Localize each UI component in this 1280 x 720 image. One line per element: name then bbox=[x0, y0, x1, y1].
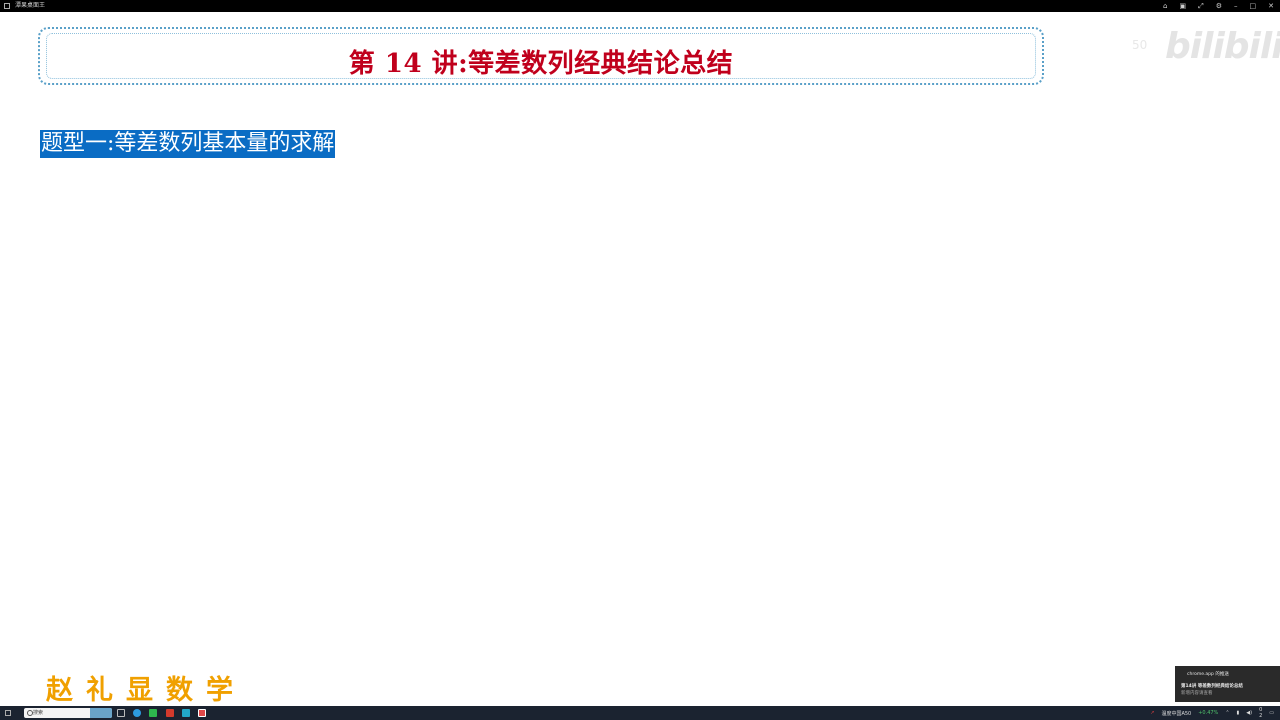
window-titlebar: 潭果桌面王 ⌂ ▣ ⤢ ⚙ – □ ✕ bbox=[0, 0, 1280, 12]
edge-icon[interactable] bbox=[133, 709, 141, 717]
notification-center-icon[interactable]: ▭ bbox=[1269, 710, 1274, 716]
maximize-icon[interactable]: □ bbox=[1250, 0, 1257, 12]
search-placeholder: 搜索 bbox=[33, 710, 44, 716]
index-change: +0.47% bbox=[1198, 710, 1219, 716]
system-tray: ↗ 温度中国A50 +0.47% ⌃ ▮ ◀) 0 2 ▭ bbox=[1150, 706, 1274, 720]
expand-icon[interactable]: ⤢ bbox=[1198, 0, 1204, 12]
window-title: 潭果桌面王 bbox=[15, 2, 46, 9]
notification-app: chrome.app 的推送 bbox=[1187, 672, 1229, 677]
wechat-icon[interactable] bbox=[149, 709, 157, 717]
wps-icon[interactable] bbox=[166, 709, 174, 717]
volume-icon[interactable]: ◀) bbox=[1246, 710, 1252, 716]
search-highlight-image bbox=[90, 708, 112, 718]
brand-signature: 赵礼显数学 bbox=[46, 675, 246, 706]
notification-toast[interactable]: chrome.app 的推送 第14讲 等差数列经典结论总结 新增内容请查看 bbox=[1175, 666, 1280, 702]
minimize-icon[interactable]: – bbox=[1234, 0, 1238, 12]
windows-start-icon[interactable] bbox=[5, 710, 11, 716]
section-heading[interactable]: 题型一:等差数列基本量的求解 bbox=[40, 130, 336, 158]
taskbar-search[interactable]: 搜索 bbox=[24, 708, 112, 718]
network-icon[interactable]: ▮ bbox=[1237, 710, 1240, 716]
clock[interactable]: 0 2 bbox=[1259, 707, 1262, 719]
close-icon[interactable]: ✕ bbox=[1268, 0, 1274, 12]
window-controls: ⌂ ▣ ⤢ ⚙ – □ ✕ bbox=[1163, 0, 1274, 12]
panel-icon[interactable]: ▣ bbox=[1179, 0, 1186, 12]
index-name: 温度中国A50 bbox=[1161, 710, 1192, 717]
notification-title: 第14讲 等差数列经典结论总结 bbox=[1181, 684, 1243, 689]
lecture-title-banner: 第 14 讲:等差数列经典结论总结 bbox=[38, 27, 1044, 85]
app-icon bbox=[4, 3, 10, 9]
settings-icon[interactable]: ⚙ bbox=[1216, 0, 1222, 12]
active-app-icon[interactable] bbox=[198, 709, 206, 717]
taskbar: 搜索 ↗ 温度中国A50 +0.47% ⌃ ▮ ◀) 0 2 ▭ bbox=[0, 706, 1280, 720]
bilibili-watermark-logo: bilibili bbox=[1165, 26, 1280, 67]
watermark-number: 50 bbox=[1132, 38, 1148, 52]
lecture-title: 第 14 讲:等差数列经典结论总结 bbox=[348, 49, 734, 79]
task-view-icon[interactable] bbox=[117, 709, 125, 717]
screen-capture-icon[interactable] bbox=[182, 709, 190, 717]
stock-index-icon: ↗ bbox=[1150, 710, 1155, 716]
tray-chevron-icon[interactable]: ⌃ bbox=[1225, 710, 1229, 716]
notification-subtitle: 新增内容请查看 bbox=[1181, 691, 1213, 696]
pin-icon[interactable]: ⌂ bbox=[1163, 0, 1167, 12]
clock-date: 2 bbox=[1259, 713, 1263, 719]
